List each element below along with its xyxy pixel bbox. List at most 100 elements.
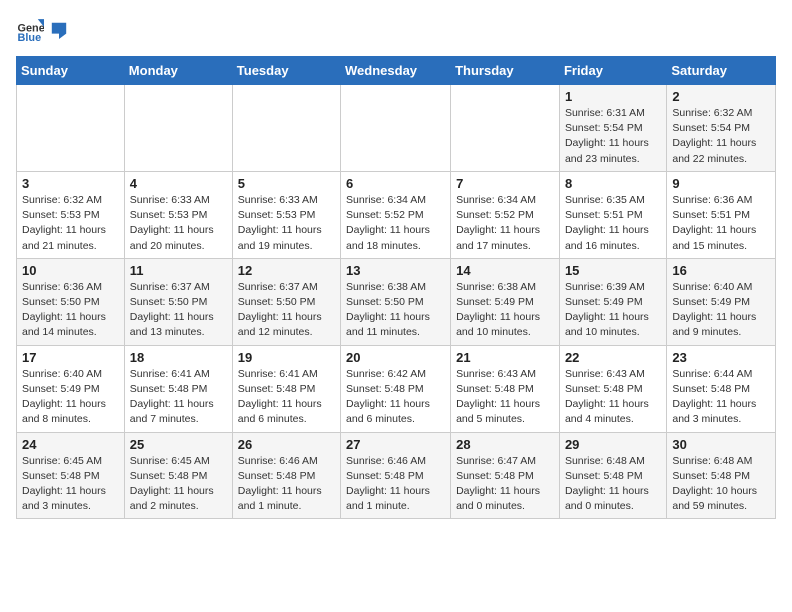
day-info: Sunrise: 6:43 AM Sunset: 5:48 PM Dayligh… xyxy=(456,367,554,428)
calendar-cell: 10 Sunrise: 6:36 AM Sunset: 5:50 PM Dayli… xyxy=(17,258,125,345)
calendar-cell: 9 Sunrise: 6:36 AM Sunset: 5:51 PM Daylig… xyxy=(667,171,776,258)
calendar-cell: 16Sunrise: 6:40 AM Sunset: 5:49 PM Dayli… xyxy=(667,258,776,345)
calendar-cell xyxy=(451,85,560,172)
calendar-cell: 12 Sunrise: 6:37 AM Sunset: 5:50 PM Dayli… xyxy=(232,258,340,345)
week-row-4: 17 Sunrise: 6:40 AM Sunset: 5:49 PM Dayli… xyxy=(17,345,776,432)
day-info: Sunrise: 6:37 AM Sunset: 5:50 PM Dayligh… xyxy=(130,280,227,341)
weekday-header-monday: Monday xyxy=(124,57,232,85)
calendar-cell: 6Sunrise: 6:34 AM Sunset: 5:52 PM Daylig… xyxy=(341,171,451,258)
day-info: Sunrise: 6:46 AM Sunset: 5:48 PM Dayligh… xyxy=(346,454,445,515)
calendar-cell: 27 Sunrise: 6:46 AM Sunset: 5:48 PM Dayli… xyxy=(341,432,451,519)
day-number: 20 xyxy=(346,350,445,365)
day-info: Sunrise: 6:47 AM Sunset: 5:48 PM Dayligh… xyxy=(456,454,554,515)
calendar-cell: 28 Sunrise: 6:47 AM Sunset: 5:48 PM Dayli… xyxy=(451,432,560,519)
calendar-cell: 4 Sunrise: 6:33 AM Sunset: 5:53 PM Daylig… xyxy=(124,171,232,258)
calendar-cell: 11Sunrise: 6:37 AM Sunset: 5:50 PM Dayli… xyxy=(124,258,232,345)
day-number: 26 xyxy=(238,437,335,452)
day-info: Sunrise: 6:33 AM Sunset: 5:53 PM Dayligh… xyxy=(130,193,227,254)
day-number: 28 xyxy=(456,437,554,452)
day-number: 27 xyxy=(346,437,445,452)
calendar-cell: 26 Sunrise: 6:46 AM Sunset: 5:48 PM Dayli… xyxy=(232,432,340,519)
day-info: Sunrise: 6:40 AM Sunset: 5:49 PM Dayligh… xyxy=(22,367,119,428)
calendar-table: SundayMondayTuesdayWednesdayThursdayFrid… xyxy=(16,56,776,519)
logo: General Blue xyxy=(16,16,68,44)
svg-text:Blue: Blue xyxy=(18,32,42,44)
weekday-header-saturday: Saturday xyxy=(667,57,776,85)
weekday-header-thursday: Thursday xyxy=(451,57,560,85)
day-info: Sunrise: 6:40 AM Sunset: 5:49 PM Dayligh… xyxy=(672,280,770,341)
calendar-cell: 17 Sunrise: 6:40 AM Sunset: 5:49 PM Dayli… xyxy=(17,345,125,432)
calendar-cell: 1Sunrise: 6:31 AM Sunset: 5:54 PM Daylig… xyxy=(559,85,666,172)
calendar-cell: 15 Sunrise: 6:39 AM Sunset: 5:49 PM Dayli… xyxy=(559,258,666,345)
day-number: 18 xyxy=(130,350,227,365)
day-info: Sunrise: 6:32 AM Sunset: 5:53 PM Dayligh… xyxy=(22,193,119,254)
calendar-cell: 18 Sunrise: 6:41 AM Sunset: 5:48 PM Dayli… xyxy=(124,345,232,432)
day-info: Sunrise: 6:37 AM Sunset: 5:50 PM Dayligh… xyxy=(238,280,335,341)
day-info: Sunrise: 6:39 AM Sunset: 5:49 PM Dayligh… xyxy=(565,280,661,341)
day-info: Sunrise: 6:36 AM Sunset: 5:50 PM Dayligh… xyxy=(22,280,119,341)
day-info: Sunrise: 6:46 AM Sunset: 5:48 PM Dayligh… xyxy=(238,454,335,515)
weekday-header-friday: Friday xyxy=(559,57,666,85)
calendar-cell xyxy=(124,85,232,172)
day-number: 14 xyxy=(456,263,554,278)
day-info: Sunrise: 6:48 AM Sunset: 5:48 PM Dayligh… xyxy=(565,454,661,515)
weekday-header-sunday: Sunday xyxy=(17,57,125,85)
day-number: 7 xyxy=(456,176,554,191)
calendar-cell: 13 Sunrise: 6:38 AM Sunset: 5:50 PM Dayli… xyxy=(341,258,451,345)
day-info: Sunrise: 6:41 AM Sunset: 5:48 PM Dayligh… xyxy=(130,367,227,428)
day-info: Sunrise: 6:38 AM Sunset: 5:49 PM Dayligh… xyxy=(456,280,554,341)
day-info: Sunrise: 6:45 AM Sunset: 5:48 PM Dayligh… xyxy=(130,454,227,515)
calendar-cell: 2 Sunrise: 6:32 AM Sunset: 5:54 PM Daylig… xyxy=(667,85,776,172)
day-number: 21 xyxy=(456,350,554,365)
calendar-cell: 3 Sunrise: 6:32 AM Sunset: 5:53 PM Daylig… xyxy=(17,171,125,258)
day-number: 8 xyxy=(565,176,661,191)
day-number: 12 xyxy=(238,263,335,278)
day-number: 9 xyxy=(672,176,770,191)
calendar-cell: 19Sunrise: 6:41 AM Sunset: 5:48 PM Dayli… xyxy=(232,345,340,432)
calendar-cell: 24 Sunrise: 6:45 AM Sunset: 5:48 PM Dayli… xyxy=(17,432,125,519)
day-info: Sunrise: 6:38 AM Sunset: 5:50 PM Dayligh… xyxy=(346,280,445,341)
calendar-cell: 14 Sunrise: 6:38 AM Sunset: 5:49 PM Dayli… xyxy=(451,258,560,345)
day-info: Sunrise: 6:43 AM Sunset: 5:48 PM Dayligh… xyxy=(565,367,661,428)
calendar-cell: 8 Sunrise: 6:35 AM Sunset: 5:51 PM Daylig… xyxy=(559,171,666,258)
logo-icon: General Blue xyxy=(16,16,44,44)
day-info: Sunrise: 6:41 AM Sunset: 5:48 PM Dayligh… xyxy=(238,367,335,428)
day-info: Sunrise: 6:36 AM Sunset: 5:51 PM Dayligh… xyxy=(672,193,770,254)
day-number: 23 xyxy=(672,350,770,365)
day-number: 17 xyxy=(22,350,119,365)
day-number: 25 xyxy=(130,437,227,452)
day-info: Sunrise: 6:44 AM Sunset: 5:48 PM Dayligh… xyxy=(672,367,770,428)
day-number: 2 xyxy=(672,89,770,104)
calendar-cell: 7 Sunrise: 6:34 AM Sunset: 5:52 PM Daylig… xyxy=(451,171,560,258)
calendar-cell: 20 Sunrise: 6:42 AM Sunset: 5:48 PM Dayli… xyxy=(341,345,451,432)
calendar-cell: 5 Sunrise: 6:33 AM Sunset: 5:53 PM Daylig… xyxy=(232,171,340,258)
day-number: 24 xyxy=(22,437,119,452)
day-info: Sunrise: 6:31 AM Sunset: 5:54 PM Dayligh… xyxy=(565,106,661,167)
day-info: Sunrise: 6:34 AM Sunset: 5:52 PM Dayligh… xyxy=(456,193,554,254)
day-number: 5 xyxy=(238,176,335,191)
day-number: 3 xyxy=(22,176,119,191)
calendar-cell: 22Sunrise: 6:43 AM Sunset: 5:48 PM Dayli… xyxy=(559,345,666,432)
calendar-cell: 30Sunrise: 6:48 AM Sunset: 5:48 PM Dayli… xyxy=(667,432,776,519)
day-info: Sunrise: 6:42 AM Sunset: 5:48 PM Dayligh… xyxy=(346,367,445,428)
day-number: 13 xyxy=(346,263,445,278)
week-row-2: 3 Sunrise: 6:32 AM Sunset: 5:53 PM Daylig… xyxy=(17,171,776,258)
day-info: Sunrise: 6:32 AM Sunset: 5:54 PM Dayligh… xyxy=(672,106,770,167)
day-info: Sunrise: 6:45 AM Sunset: 5:48 PM Dayligh… xyxy=(22,454,119,515)
header: General Blue xyxy=(16,16,776,44)
week-row-1: 1Sunrise: 6:31 AM Sunset: 5:54 PM Daylig… xyxy=(17,85,776,172)
week-row-5: 24 Sunrise: 6:45 AM Sunset: 5:48 PM Dayli… xyxy=(17,432,776,519)
logo-arrow-icon xyxy=(50,21,68,39)
day-number: 10 xyxy=(22,263,119,278)
day-number: 4 xyxy=(130,176,227,191)
week-row-3: 10 Sunrise: 6:36 AM Sunset: 5:50 PM Dayli… xyxy=(17,258,776,345)
day-number: 6 xyxy=(346,176,445,191)
day-info: Sunrise: 6:35 AM Sunset: 5:51 PM Dayligh… xyxy=(565,193,661,254)
calendar-cell: 29 Sunrise: 6:48 AM Sunset: 5:48 PM Dayli… xyxy=(559,432,666,519)
day-number: 29 xyxy=(565,437,661,452)
day-number: 30 xyxy=(672,437,770,452)
day-number: 15 xyxy=(565,263,661,278)
calendar-cell: 25 Sunrise: 6:45 AM Sunset: 5:48 PM Dayli… xyxy=(124,432,232,519)
calendar-cell xyxy=(17,85,125,172)
day-info: Sunrise: 6:33 AM Sunset: 5:53 PM Dayligh… xyxy=(238,193,335,254)
